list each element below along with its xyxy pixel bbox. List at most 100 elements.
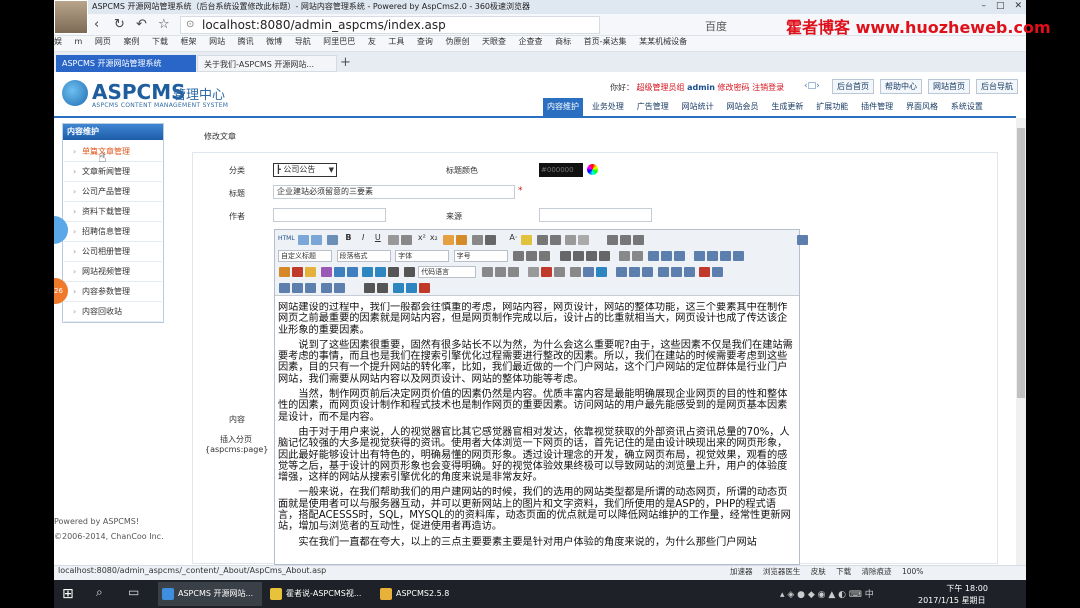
image-float-none-icon[interactable]	[694, 251, 706, 261]
bookmark-item[interactable]: 网页	[95, 36, 111, 47]
sidebar-item-news[interactable]: 文章新闻管理	[64, 163, 162, 182]
help-center-button[interactable]: 帮助中心	[880, 79, 922, 94]
insert-code-icon[interactable]	[403, 267, 415, 277]
custom-title-select[interactable]: 自定义标题	[278, 250, 332, 262]
map-icon[interactable]	[362, 267, 374, 277]
underline-icon[interactable]: U	[375, 233, 381, 242]
close-icon[interactable]: ✕	[1014, 1, 1022, 11]
accelerator-button[interactable]: 加速器	[730, 567, 753, 576]
font-color-icon[interactable]: A·	[509, 233, 517, 242]
bold-icon[interactable]: B	[345, 233, 351, 242]
ltr-icon[interactable]	[513, 251, 525, 261]
delete-table-icon[interactable]	[629, 267, 641, 277]
insert-frame-icon[interactable]	[388, 267, 400, 277]
sidebar-item-products[interactable]: 公司产品管理	[64, 183, 162, 202]
italic-icon[interactable]: I	[362, 233, 364, 242]
bookmark-item[interactable]: 框架	[181, 36, 197, 47]
background-icon[interactable]	[507, 267, 519, 277]
clock-time[interactable]: 下午 18:00	[930, 583, 988, 594]
subscript-icon[interactable]: x₂	[430, 233, 438, 242]
align-right-icon[interactable]	[585, 251, 597, 261]
align-left-icon[interactable]	[559, 251, 571, 261]
row-spacing-icon[interactable]	[606, 235, 618, 245]
format-brush-icon[interactable]	[456, 235, 468, 245]
task-view-icon[interactable]: ▭	[128, 585, 139, 599]
nav-settings[interactable]: 系统设置	[947, 98, 987, 116]
sidebar-item-video[interactable]: 网站视频管理	[64, 263, 162, 282]
insert-page-tag[interactable]: {aspcms:page}	[205, 445, 268, 454]
bookmark-item[interactable]: 工具	[388, 36, 404, 47]
template-icon[interactable]	[494, 267, 506, 277]
table-props-icon[interactable]	[333, 283, 345, 293]
site-home-button[interactable]: 网站首页	[928, 79, 970, 94]
superscript-icon[interactable]: x²	[418, 233, 426, 242]
logout-link[interactable]: 注销登录	[752, 83, 784, 92]
bookmark-item[interactable]: 阿里巴巴	[323, 36, 355, 47]
category-select[interactable]: ┣ 公司公告 ▼	[273, 163, 337, 177]
strikethrough-icon[interactable]	[401, 235, 413, 245]
title-input[interactable]: 企业建站必须留意的三要素	[273, 185, 515, 199]
highlight-icon[interactable]	[520, 235, 532, 245]
nav-plugins[interactable]: 插件管理	[857, 98, 897, 116]
split-cols-icon[interactable]	[292, 283, 303, 293]
taskbar-item-browser[interactable]: ASPCMS 开源网站...	[158, 582, 262, 606]
gmap-icon[interactable]	[375, 267, 387, 277]
merge-right-icon[interactable]	[305, 283, 316, 293]
color-picker-icon[interactable]	[587, 164, 598, 175]
insert-row-icon[interactable]	[642, 267, 654, 277]
delete-row-icon[interactable]	[657, 267, 669, 277]
paragraph-format-select[interactable]: 段落格式	[336, 250, 391, 262]
image-left-icon[interactable]	[707, 251, 719, 261]
bookmark-item[interactable]: 某某机械设备	[639, 36, 687, 47]
clear-traces-button[interactable]: 清除痕迹	[862, 567, 892, 576]
unordered-list-icon[interactable]	[549, 235, 561, 245]
align-center-icon[interactable]	[572, 251, 584, 261]
indent-icon[interactable]	[539, 251, 551, 261]
admin-home-button[interactable]: 后台首页	[832, 79, 874, 94]
zoom-level[interactable]: 100%	[902, 567, 923, 576]
emotion-icon[interactable]	[305, 267, 316, 277]
new-tab-icon[interactable]: +	[340, 55, 351, 70]
redo-tool-icon[interactable]	[311, 235, 323, 245]
author-input[interactable]	[273, 208, 386, 222]
split-rows-icon[interactable]	[279, 283, 290, 293]
undo-icon[interactable]: ↶	[136, 17, 147, 32]
time-icon[interactable]	[554, 267, 566, 277]
admin-nav-button[interactable]: 后台导航	[976, 79, 1018, 94]
select-all-icon[interactable]	[565, 235, 577, 245]
anchor-icon[interactable]	[673, 251, 685, 261]
nav-business[interactable]: 业务处理	[588, 98, 628, 116]
page-break-icon[interactable]	[481, 267, 493, 277]
bookmark-item[interactable]: 友	[368, 36, 376, 47]
refresh-icon[interactable]: ↻	[114, 17, 125, 32]
bookmark-item[interactable]: 案例	[123, 36, 139, 47]
skin-button[interactable]: 皮肤	[811, 567, 826, 576]
image-right-icon[interactable]	[720, 251, 732, 261]
bookmark-item[interactable]: 网站	[209, 36, 225, 47]
bookmark-item[interactable]: 娱	[54, 36, 62, 47]
bookmark-item[interactable]: 首页-桌达集	[584, 36, 627, 47]
image-center-icon[interactable]	[733, 251, 745, 261]
source-input[interactable]	[539, 208, 652, 222]
clock-date[interactable]: 2017/1/15 星期日	[918, 595, 986, 606]
font-family-select[interactable]: 字体	[395, 250, 450, 262]
special-char-icon[interactable]	[569, 267, 581, 277]
bookmark-item[interactable]: 查询	[417, 36, 433, 47]
ordered-list-icon[interactable]	[536, 235, 548, 245]
bookmark-item[interactable]: 微博	[266, 36, 282, 47]
sidebar-item-single-page[interactable]: 单篇文章管理	[64, 143, 162, 162]
date-icon[interactable]	[541, 267, 553, 277]
align-justify-icon[interactable]	[598, 251, 610, 261]
minimize-icon[interactable]: –	[981, 1, 986, 11]
sidebar-item-jobs[interactable]: 招聘信息管理	[64, 223, 162, 242]
bookmark-item[interactable]: 导航	[295, 36, 311, 47]
search-replace-icon[interactable]	[595, 267, 607, 277]
search-tool-icon[interactable]	[326, 235, 338, 245]
fullscreen-icon[interactable]	[797, 235, 809, 245]
change-password-link[interactable]: 修改密码	[718, 83, 750, 92]
pasteplain-icon[interactable]	[484, 235, 496, 245]
insert-col-icon[interactable]	[670, 267, 682, 277]
insert-table-icon[interactable]	[616, 267, 628, 277]
nav-extensions[interactable]: 扩展功能	[812, 98, 852, 116]
delete-col-icon[interactable]	[683, 267, 695, 277]
